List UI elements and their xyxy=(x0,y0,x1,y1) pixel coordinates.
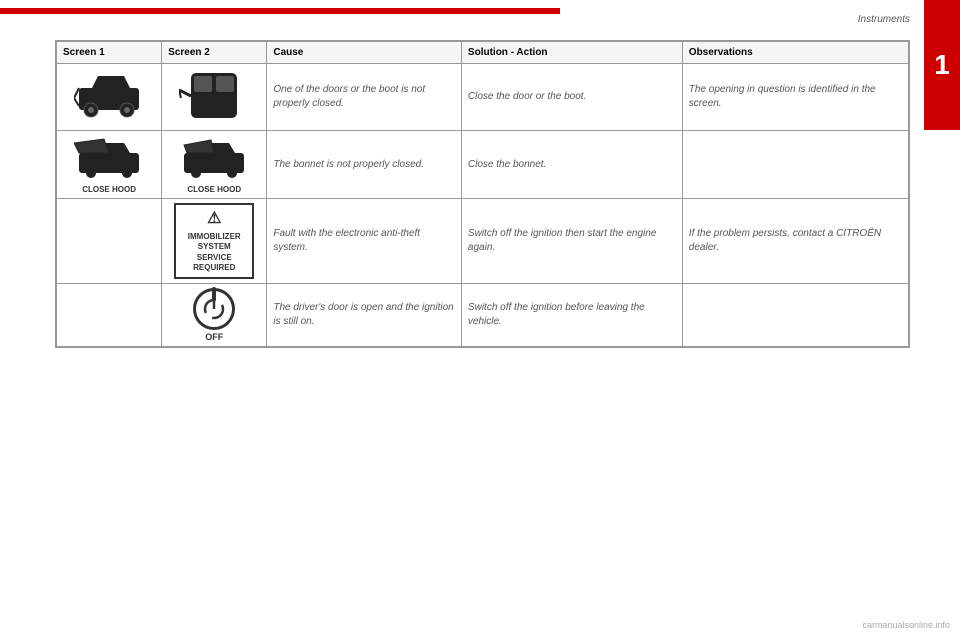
col-header-solution: Solution - Action xyxy=(461,42,682,64)
off-circle-icon xyxy=(193,288,235,330)
col-header-cause: Cause xyxy=(267,42,462,64)
row2-screen2-cell: CLOSE HOOD xyxy=(162,131,267,199)
col-header-observations: Observations xyxy=(682,42,908,64)
row2-solution-cell: Close the bonnet. xyxy=(461,131,682,199)
col-header-screen2: Screen 2 xyxy=(162,42,267,64)
row1-observations-text: The opening in question is identified in… xyxy=(689,84,876,109)
row1-cause-text: One of the doors or the boot is not prop… xyxy=(273,84,425,109)
row2-screen1-cell: CLOSE HOOD xyxy=(57,131,162,199)
row4-screen2-cell: OFF xyxy=(162,284,267,347)
row1-cause-cell: One of the doors or the boot is not prop… xyxy=(267,64,462,131)
row3-observations-text: If the problem persists, contact a CITRO… xyxy=(689,228,881,253)
row2-screen1-label: CLOSE HOOD xyxy=(61,185,157,194)
page-number-tab: 1 xyxy=(924,0,960,130)
car-top-door-open-icon xyxy=(179,68,249,123)
row3-cause-cell: Fault with the electronic anti-theft sys… xyxy=(267,199,462,284)
row2-cause-cell: The bonnet is not properly closed. xyxy=(267,131,462,199)
row4-observations-cell xyxy=(682,284,908,347)
col-header-screen1: Screen 1 xyxy=(57,42,162,64)
row2-solution-text: Close the bonnet. xyxy=(468,159,546,170)
row3-observations-cell: If the problem persists, contact a CITRO… xyxy=(682,199,908,284)
table-row: ⚠ IMMOBILIZER SYSTEM SERVICE REQUIRED Fa… xyxy=(57,199,909,284)
top-red-bar xyxy=(0,8,560,14)
immobilizer-box: ⚠ IMMOBILIZER SYSTEM SERVICE REQUIRED xyxy=(174,203,254,279)
row3-screen2-cell: ⚠ IMMOBILIZER SYSTEM SERVICE REQUIRED xyxy=(162,199,267,284)
row3-solution-cell: Switch off the ignition then start the e… xyxy=(461,199,682,284)
table-row: One of the doors or the boot is not prop… xyxy=(57,64,909,131)
section-header: Instruments xyxy=(858,14,910,25)
row1-solution-cell: Close the door or the boot. xyxy=(461,64,682,131)
off-icon-wrapper: OFF xyxy=(193,288,235,342)
row1-solution-text: Close the door or the boot. xyxy=(468,91,586,102)
row2-cause-text: The bonnet is not properly closed. xyxy=(273,159,424,170)
row4-cause-text: The driver's door is open and the igniti… xyxy=(273,302,453,327)
row3-cause-text: Fault with the electronic anti-theft sys… xyxy=(273,228,420,253)
row2-screen2-label: CLOSE HOOD xyxy=(166,185,262,194)
page-number: 1 xyxy=(934,49,950,81)
instruments-table: Screen 1 Screen 2 Cause Solution - Actio… xyxy=(55,40,910,348)
table-row: CLOSE HOOD CLOSE HOOD The bonnet is not … xyxy=(57,131,909,199)
key-power-icon xyxy=(203,298,225,320)
row4-solution-cell: Switch off the ignition before leaving t… xyxy=(461,284,682,347)
table-row: OFF The driver's door is open and the ig… xyxy=(57,284,909,347)
row4-solution-text: Switch off the ignition before leaving t… xyxy=(468,302,645,327)
immobilizer-label: IMMOBILIZER SYSTEM SERVICE REQUIRED xyxy=(188,232,241,272)
warning-triangle-icon: ⚠ xyxy=(182,209,246,230)
row3-screen1-cell xyxy=(57,199,162,284)
row2-observations-cell xyxy=(682,131,908,199)
row1-observations-cell: The opening in question is identified in… xyxy=(682,64,908,131)
row3-solution-text: Switch off the ignition then start the e… xyxy=(468,228,656,253)
close-hood-icon-2 xyxy=(179,135,249,180)
row4-screen1-cell xyxy=(57,284,162,347)
table-header-row: Screen 1 Screen 2 Cause Solution - Actio… xyxy=(57,42,909,64)
row1-screen2-cell xyxy=(162,64,267,131)
car-door-open-icon xyxy=(74,68,144,123)
row1-screen1-cell xyxy=(57,64,162,131)
row4-cause-cell: The driver's door is open and the igniti… xyxy=(267,284,462,347)
close-hood-icon-1 xyxy=(74,135,144,180)
watermark: carmanualsonline.info xyxy=(862,620,950,630)
off-label: OFF xyxy=(205,332,223,342)
